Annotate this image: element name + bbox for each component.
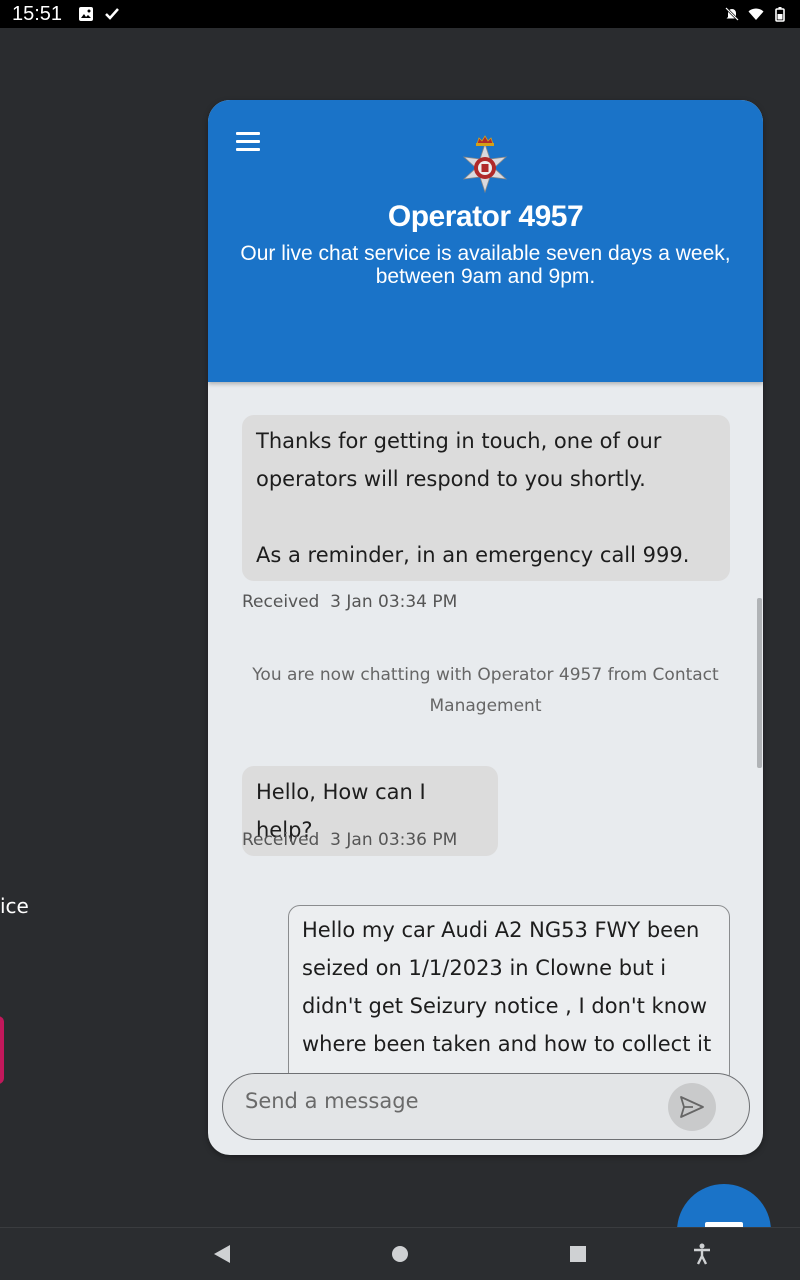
meta-timestamp: 3 Jan 03:34 PM	[330, 592, 458, 612]
chat-scrollbar[interactable]	[757, 598, 762, 768]
home-icon	[392, 1246, 408, 1262]
background-pink-button[interactable]	[0, 1016, 4, 1084]
message-line: operators will respond to you shortly.	[256, 467, 646, 491]
sent-message-bubble: Hello my car Audi A2 NG53 FWY been seize…	[288, 905, 730, 1085]
check-icon	[105, 8, 119, 20]
recents-icon	[570, 1246, 586, 1262]
recents-button[interactable]	[566, 1242, 590, 1266]
system-message: You are now chatting with Operator 4957 …	[252, 665, 719, 716]
message-line: where been taken and how to collect it	[302, 1032, 712, 1056]
message-line: seized on 1/1/2023 in Clowne but i	[302, 956, 667, 980]
meta-label: Received	[242, 830, 320, 850]
header-subtitle: Our live chat service is available seven…	[240, 242, 731, 288]
home-button[interactable]	[388, 1242, 412, 1266]
chat-widget: Operator 4957 Our live chat service is a…	[208, 100, 763, 1155]
message-line: Thanks for getting in touch, one of our	[256, 429, 662, 453]
back-icon	[214, 1245, 230, 1263]
message-composer	[222, 1073, 750, 1140]
meta-label: Received	[242, 592, 320, 612]
back-button[interactable]	[210, 1242, 234, 1266]
menu-icon[interactable]	[236, 132, 260, 152]
send-button[interactable]	[668, 1083, 716, 1131]
status-left-icons	[78, 6, 120, 22]
message-line: As a reminder, in an emergency call 999.	[256, 543, 690, 567]
police-crest-logo	[462, 135, 508, 194]
meta-timestamp: 3 Jan 03:36 PM	[330, 830, 458, 850]
battery-icon	[775, 7, 785, 22]
header-title: Operator 4957	[387, 200, 584, 233]
wifi-icon	[748, 8, 764, 20]
message-line	[256, 498, 716, 536]
chat-header: Operator 4957 Our live chat service is a…	[208, 100, 763, 382]
accessibility-icon	[694, 1243, 710, 1265]
status-right-icons	[724, 6, 788, 22]
background-partial-text: ice	[0, 894, 29, 918]
message-meta: Received 3 Jan 03:36 PM	[242, 830, 457, 850]
message-input[interactable]	[245, 1086, 665, 1116]
navigation-bar	[0, 1227, 800, 1280]
message-meta: Received 3 Jan 03:34 PM	[242, 592, 457, 612]
status-bar: 15:51	[0, 0, 800, 28]
image-icon	[79, 7, 94, 21]
status-time: 15:51	[12, 2, 63, 25]
send-icon	[680, 1096, 704, 1118]
message-line: didn't get Seizury notice , I don't know	[302, 994, 708, 1018]
accessibility-button[interactable]	[690, 1242, 714, 1266]
received-message-bubble: Thanks for getting in touch, one of our …	[242, 415, 730, 581]
dnd-off-icon	[725, 7, 739, 21]
message-line: Hello my car Audi A2 NG53 FWY been	[302, 918, 700, 942]
